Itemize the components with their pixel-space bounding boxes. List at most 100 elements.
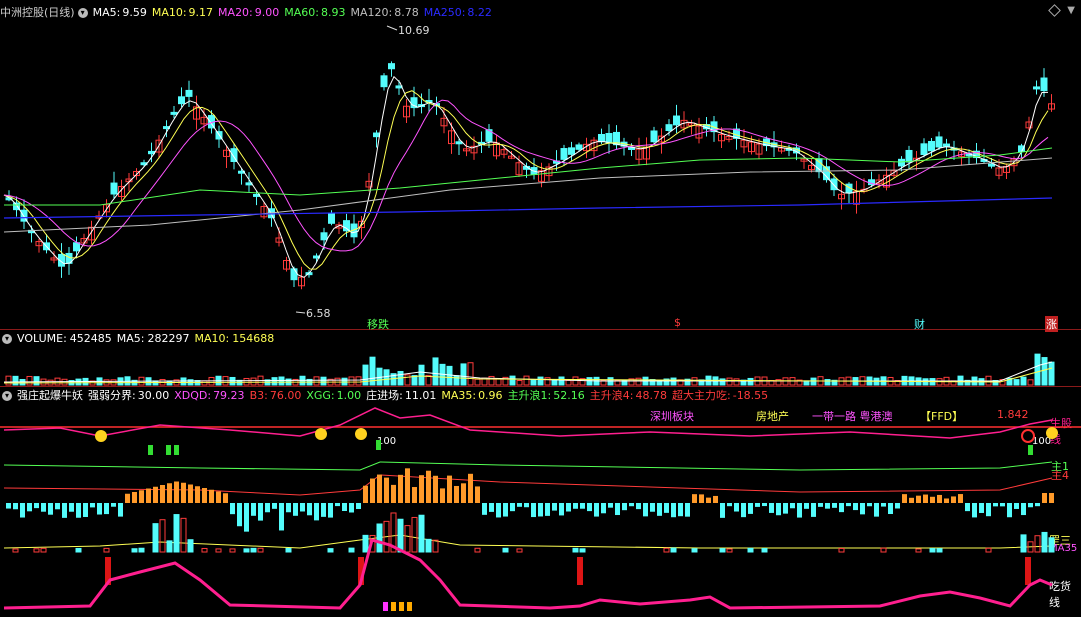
zhu-bar — [377, 474, 382, 503]
ma10-line — [3, 90, 1049, 270]
candle-body — [110, 182, 118, 195]
zhu-bar — [727, 503, 732, 507]
gang-bar — [159, 519, 166, 553]
candle-body — [170, 111, 178, 115]
signal-block — [376, 440, 381, 450]
signal-block — [391, 602, 396, 611]
volume-bar — [383, 369, 390, 386]
zhu-bar — [139, 490, 144, 503]
zhu-bar — [489, 503, 494, 512]
zhu-bar — [90, 503, 95, 508]
candle-body — [650, 130, 658, 143]
candle-body — [178, 96, 185, 105]
zhu-bar — [209, 489, 214, 503]
zhu-bar — [370, 478, 375, 503]
gang-bar — [404, 525, 411, 553]
zhu-bar — [636, 503, 641, 510]
signal-block — [399, 602, 404, 611]
gang-bar — [376, 523, 383, 553]
smile-icon — [1046, 427, 1058, 439]
candle-body — [1040, 77, 1048, 92]
candle-body — [905, 149, 913, 163]
volume-bar — [509, 375, 516, 386]
smile-icon — [355, 428, 367, 440]
zhu-bar — [237, 503, 242, 527]
gang-bar — [474, 547, 481, 553]
zhu-bar — [776, 503, 781, 516]
chihuo-line — [3, 538, 1053, 610]
zhu-bar — [349, 503, 354, 513]
zhu-bar — [937, 494, 942, 503]
zhu-bar — [664, 503, 669, 513]
zhu-bar — [146, 488, 151, 503]
zhu-bar — [342, 503, 347, 512]
volume-bar — [474, 378, 481, 386]
zhu-bar — [111, 503, 116, 507]
zhu-bar — [986, 503, 991, 517]
zhu-bar — [1021, 503, 1026, 516]
candle-body — [73, 242, 80, 252]
volume-bar — [747, 377, 754, 386]
gang-bar — [572, 547, 579, 553]
gang-bar — [663, 547, 670, 553]
signal-block — [407, 602, 412, 611]
volume-bar — [418, 364, 425, 386]
zhu-bar — [916, 495, 921, 503]
zhu-bar — [902, 494, 907, 503]
volume-bar — [355, 376, 362, 386]
candle-body — [1033, 86, 1040, 90]
gang-bar — [397, 518, 404, 553]
candle-body — [988, 163, 995, 167]
volume-bar — [243, 377, 250, 386]
volume-bar — [404, 374, 411, 386]
zhu-bar — [69, 503, 74, 512]
candle-body — [148, 150, 155, 155]
zhu-bar — [433, 475, 438, 503]
volume-bar — [1020, 376, 1027, 386]
zhu-bar — [223, 493, 228, 503]
gang-bar — [257, 547, 264, 553]
volume-bar — [670, 377, 677, 386]
gang-bar — [229, 548, 236, 553]
candle-body — [673, 115, 680, 126]
volume-bar — [495, 378, 502, 386]
volume-bar — [726, 377, 733, 386]
volume-bar — [1041, 357, 1048, 386]
candle-body — [290, 268, 298, 281]
volume-bar — [810, 377, 817, 386]
ma250-line — [3, 197, 1053, 219]
volume-bar — [1027, 379, 1034, 386]
volume-bar — [446, 365, 453, 386]
zhu-bar — [930, 496, 935, 503]
volume-bar — [320, 376, 327, 386]
chart-canvas[interactable] — [0, 0, 1081, 617]
gang-bar — [761, 548, 768, 553]
gang-bar — [187, 539, 194, 553]
zhu-bar — [251, 503, 256, 516]
zhu-bar — [496, 503, 501, 518]
zhu-bar — [405, 468, 410, 503]
gang-bar — [691, 548, 698, 553]
zhu-bar — [356, 503, 361, 509]
gang-bar — [880, 547, 887, 553]
target-icon — [1021, 429, 1035, 443]
gang-bar — [103, 547, 110, 553]
zhu-bar — [755, 503, 760, 507]
candle-body — [943, 143, 950, 147]
zhu-bar — [412, 487, 417, 503]
zhu-bar — [951, 496, 956, 503]
zhu-bar — [300, 503, 305, 512]
zhu-bar — [888, 503, 893, 515]
gang-bar — [362, 534, 369, 553]
zhu-bar — [6, 503, 11, 509]
candle-body — [898, 158, 905, 167]
gang-bar — [166, 540, 173, 553]
zhu-bar — [706, 497, 711, 503]
volume-bar — [376, 367, 383, 386]
zhu-bar — [363, 485, 368, 503]
zhu-bar — [958, 494, 963, 503]
gang-bar — [915, 548, 922, 553]
chihuo-marker — [577, 557, 583, 585]
volume-bar — [467, 362, 474, 386]
volume-bar — [1034, 353, 1041, 386]
